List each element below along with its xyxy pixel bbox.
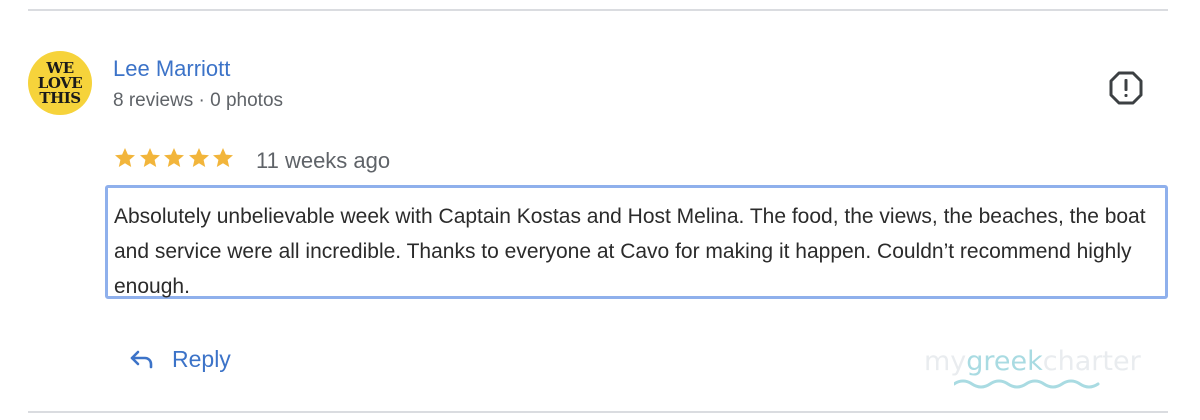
watermark-text: mygreekcharter <box>924 346 1141 377</box>
watermark: mygreekcharter <box>924 346 1174 392</box>
wave-icon <box>954 379 1100 389</box>
review-text-box: Absolutely unbelievable week with Captai… <box>105 185 1168 299</box>
star-icon <box>115 148 135 167</box>
bottom-divider <box>28 411 1168 413</box>
avatar-text-line-3: THIS <box>39 88 81 107</box>
star-icon <box>213 148 233 167</box>
reviewer-meta: 8 reviews · 0 photos <box>113 90 284 111</box>
reviewer-name[interactable]: Lee Marriott <box>113 56 230 82</box>
reply-arrow-icon <box>130 350 153 369</box>
watermark-part-1: my <box>924 346 967 377</box>
star-icon <box>139 148 160 167</box>
report-icon[interactable] <box>1108 70 1144 106</box>
star-icon <box>164 148 184 167</box>
avatar[interactable]: WE LOVE THIS <box>28 51 92 115</box>
watermark-part-3: charter <box>1042 346 1141 377</box>
review-timestamp: 11 weeks ago <box>256 148 391 173</box>
reply-label: Reply <box>172 345 231 372</box>
reply-button[interactable]: Reply <box>128 345 231 373</box>
star-rating <box>113 146 236 172</box>
review-text: Absolutely unbelievable week with Captai… <box>114 205 1146 298</box>
star-icon <box>188 148 209 167</box>
watermark-part-2: greek <box>966 346 1043 377</box>
top-divider <box>28 9 1168 11</box>
